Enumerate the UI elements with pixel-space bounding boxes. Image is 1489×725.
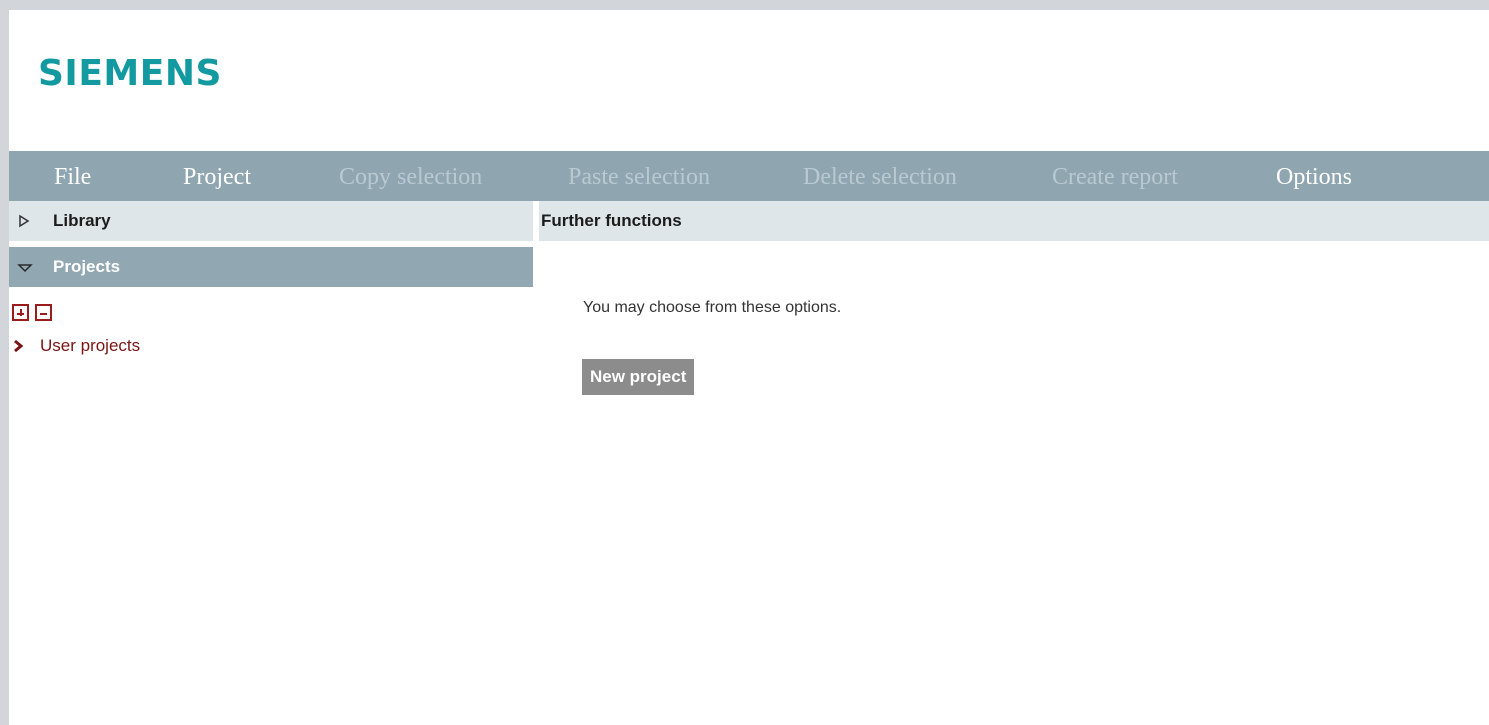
new-project-button[interactable]: New project (582, 359, 695, 395)
further-functions-header: Further functions (539, 201, 1489, 241)
library-label: Library (53, 211, 111, 230)
menu-item-file[interactable]: File (54, 151, 91, 201)
menu-item-paste-selection: Paste selection (568, 164, 710, 190)
sidebar: Library Projects User projects (9, 201, 533, 725)
menu-item-delete-selection: Delete selection (803, 164, 957, 190)
menu-item-project[interactable]: Project (183, 151, 251, 201)
intro-text: You may choose from these options. (583, 299, 842, 316)
menu-item-copy-selection: Copy selection (339, 164, 483, 190)
main-content: Further functions You may choose from th… (539, 201, 1489, 725)
header: SIEMENS (9, 10, 1489, 151)
triangle-down-outline-icon (17, 247, 33, 287)
projects-label: Projects (53, 257, 121, 276)
menu-item-create-report: Create report (1052, 164, 1178, 190)
app-window: SIEMENS File Project Copy selection Past… (9, 10, 1489, 725)
minus-box-icon[interactable] (35, 304, 52, 321)
projects-panel-header[interactable]: Projects (9, 247, 533, 287)
tree-item-label: User projects (40, 336, 141, 355)
menu-bar: File Project Copy selection Paste select… (9, 151, 1489, 201)
library-panel-header[interactable]: Library (9, 201, 533, 241)
triangle-right-outline-icon (17, 201, 31, 241)
siemens-logo: SIEMENS (38, 53, 222, 94)
further-functions-title: Further functions (541, 211, 682, 230)
tree-item-user-projects[interactable]: User projects (12, 336, 140, 356)
menu-item-options[interactable]: Options (1276, 151, 1352, 201)
plus-box-icon[interactable] (12, 304, 29, 321)
chevron-right-icon (12, 336, 32, 356)
